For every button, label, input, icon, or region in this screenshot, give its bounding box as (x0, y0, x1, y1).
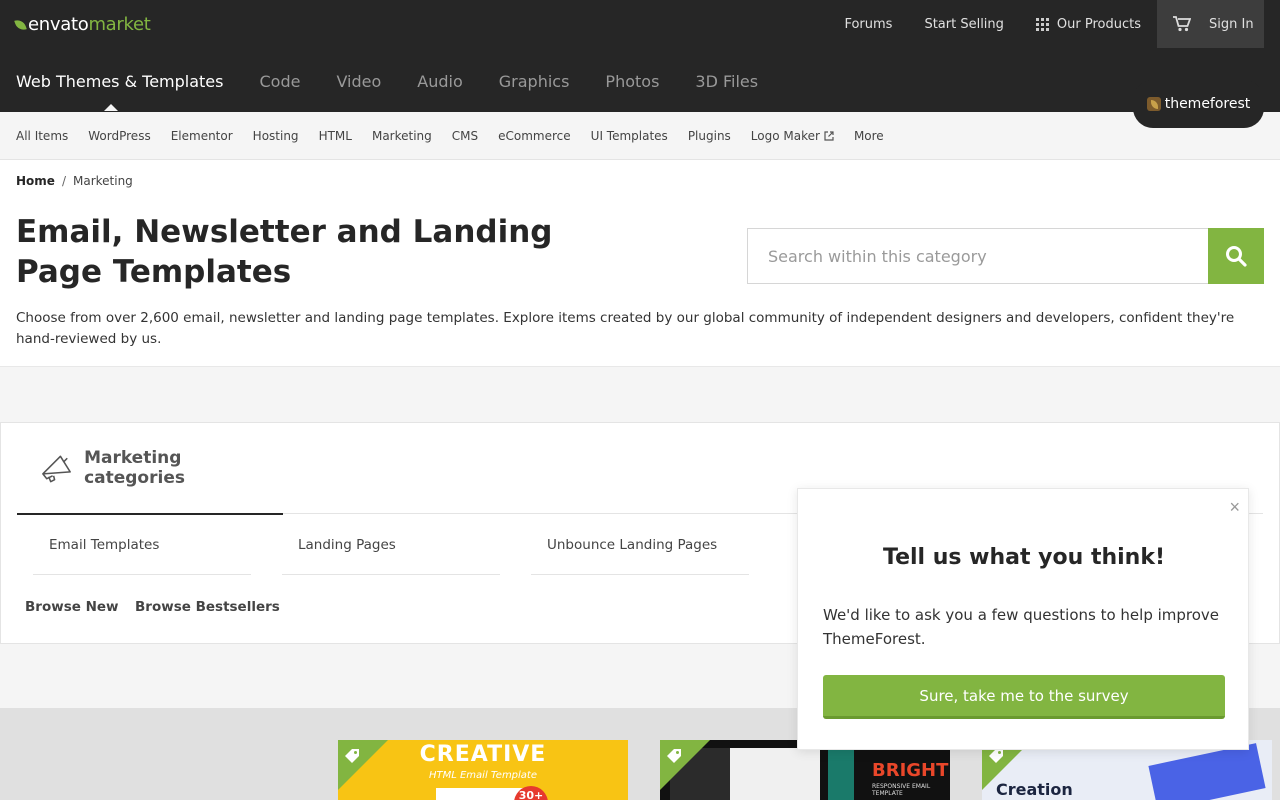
subnav-hosting[interactable]: Hosting (253, 129, 299, 143)
marketing-categories-tab[interactable]: Marketing categories (17, 423, 283, 515)
search-icon (1226, 246, 1247, 267)
category-graphics[interactable]: Graphics (499, 72, 570, 91)
cart-icon (1173, 16, 1191, 32)
search-button[interactable] (1208, 228, 1264, 284)
subnav-logo-maker[interactable]: Logo Maker (751, 129, 834, 143)
thumbnail-subtitle: RESPONSIVE EMAIL TEMPLATE (872, 783, 931, 797)
marketing-categories-title: Marketing categories (84, 448, 185, 488)
unbounce-landing-pages-link[interactable]: Unbounce Landing Pages (531, 515, 749, 575)
thumbnail-preview (730, 748, 820, 800)
thumbnail-preview (1148, 743, 1266, 800)
logo-maker-label: Logo Maker (750, 128, 820, 143)
browse-bestsellers-link[interactable]: Browse Bestsellers (135, 599, 280, 615)
external-link-icon (824, 130, 834, 141)
category-code[interactable]: Code (259, 72, 300, 91)
breadcrumb-separator: / (61, 174, 66, 188)
category-nav: Web Themes & Templates Code Video Audio … (16, 72, 794, 111)
envato-market-logo[interactable]: envato market (14, 14, 151, 35)
survey-popup: × Tell us what you think! We'd like to a… (797, 488, 1249, 750)
close-icon[interactable]: × (1229, 497, 1240, 518)
our-products-button[interactable]: Our Products (1035, 16, 1141, 32)
thumbnail-badge: 30+ (514, 786, 548, 800)
survey-body: We'd like to ask you a few questions to … (823, 606, 1220, 648)
category-description: Choose from over 2,600 email, newsletter… (16, 310, 1235, 347)
thumbnail-title: BRIGHT (872, 760, 949, 781)
category-web-themes[interactable]: Web Themes & Templates (16, 72, 223, 111)
tag-icon (345, 749, 359, 763)
themeforest-leaf-icon (1146, 97, 1161, 111)
start-selling-link[interactable]: Start Selling (924, 17, 1003, 32)
item-thumbnail-creative[interactable]: CREATIVE HTML Email Template 30+ (338, 740, 628, 800)
subnav-ecommerce[interactable]: eCommerce (498, 129, 571, 143)
subnav-ui-templates[interactable]: UI Templates (591, 129, 668, 143)
category-video[interactable]: Video (336, 72, 381, 91)
top-bar: envato market Forums Start Selling Our Pr… (0, 0, 1280, 112)
survey-title: Tell us what you think! (883, 545, 1165, 570)
take-survey-button[interactable]: Sure, take me to the survey (823, 675, 1225, 719)
breadcrumb-current: Marketing (72, 174, 133, 188)
sign-in-label: Sign In (1209, 16, 1254, 32)
breadcrumb: Home / Marketing (16, 174, 133, 188)
landing-pages-link[interactable]: Landing Pages (282, 515, 500, 575)
subnav-plugins[interactable]: Plugins (688, 129, 731, 143)
category-photos[interactable]: Photos (605, 72, 659, 91)
category-3d-files[interactable]: 3D Files (695, 72, 758, 91)
logo-text-envato: envato (28, 14, 89, 35)
thumbnail-preview (828, 748, 854, 800)
sign-in-button[interactable]: Sign In (1157, 0, 1264, 48)
top-nav: Forums Start Selling Our Products Sign I… (812, 0, 1264, 48)
leaf-icon (14, 17, 27, 32)
forums-link[interactable]: Forums (844, 17, 892, 32)
logo-text-market: market (88, 14, 151, 35)
category-audio[interactable]: Audio (417, 72, 462, 91)
themeforest-badge[interactable]: themeforest (1133, 80, 1264, 128)
themeforest-label: themeforest (1164, 96, 1251, 112)
subnav-cms[interactable]: CMS (452, 129, 478, 143)
subnav-elementor[interactable]: Elementor (171, 129, 233, 143)
page-title: Email, Newsletter and Landing Page Templ… (16, 214, 553, 290)
subnav-wordpress[interactable]: WordPress (88, 129, 150, 143)
email-templates-link[interactable]: Email Templates (33, 515, 251, 575)
subnav-all-items[interactable]: All Items (16, 129, 68, 143)
megaphone-icon (42, 455, 71, 483)
subnav-marketing[interactable]: Marketing (372, 129, 432, 143)
grid-icon (1035, 17, 1049, 31)
category-search-input[interactable] (747, 228, 1208, 284)
browse-new-link[interactable]: Browse New (25, 599, 119, 615)
sub-nav: All Items WordPress Elementor Hosting HT… (0, 112, 1280, 160)
breadcrumb-home[interactable]: Home (16, 174, 55, 188)
tag-icon (667, 749, 681, 763)
our-products-label: Our Products (1056, 16, 1141, 32)
subnav-html[interactable]: HTML (319, 129, 352, 143)
tag-icon (989, 749, 1003, 763)
subnav-more[interactable]: More (854, 129, 884, 143)
